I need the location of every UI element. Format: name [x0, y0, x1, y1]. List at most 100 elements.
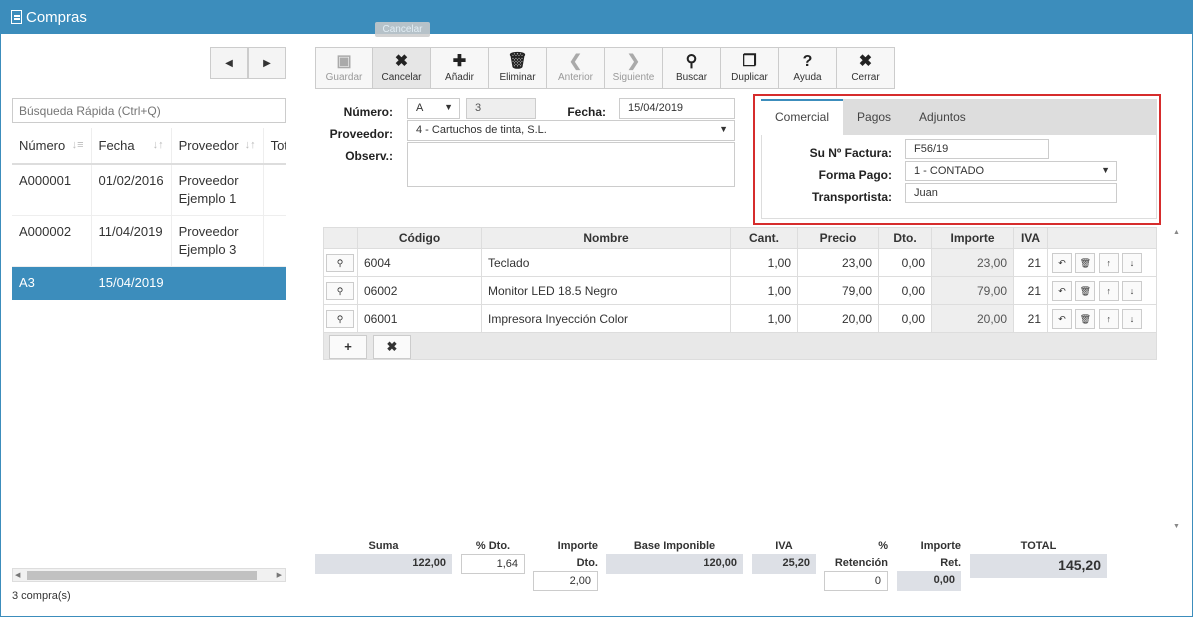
cancelar-button[interactable]: ✖ Cancelar [373, 47, 431, 89]
cell-nombre[interactable]: Teclado [481, 248, 731, 277]
cell-codigo[interactable]: 06001 [357, 304, 482, 333]
cell-iva[interactable]: 21 [1013, 304, 1048, 333]
observ-label: Observ.: [345, 149, 393, 163]
cell-iva[interactable]: 21 [1013, 276, 1048, 305]
record-nav: ◀ ▶ [210, 47, 286, 79]
su-factura-field[interactable]: F56/19 [905, 139, 1049, 159]
line-row[interactable]: ⚲ 06002 Monitor LED 18.5 Negro 1,00 79,0… [323, 276, 1157, 305]
importe-dto-input[interactable]: 2,00 [533, 571, 598, 591]
tab-adjuntos[interactable]: Adjuntos [905, 99, 980, 135]
cell-cant[interactable]: 1,00 [730, 276, 798, 305]
proveedor-select[interactable]: 4 - Cartuchos de tinta, S.L. ▼ [407, 120, 735, 141]
vertical-scrollbar[interactable]: ▲ ▼ [1170, 227, 1184, 532]
trash-icon[interactable]: 🗑 [1075, 280, 1096, 301]
document-icon [11, 10, 22, 24]
line-row[interactable]: ⚲ 06001 Impresora Inyección Color 1,00 2… [323, 304, 1157, 333]
forma-pago-select[interactable]: 1 - CONTADO ▼ [905, 161, 1117, 181]
cell-nombre[interactable]: Monitor LED 18.5 Negro [481, 276, 731, 305]
cell-iva[interactable]: 21 [1013, 248, 1048, 277]
chevron-left-icon: ❮ [568, 53, 583, 70]
plus-icon: ✚ [452, 53, 467, 70]
window-title: Compras [26, 9, 87, 26]
add-line-button[interactable]: + [329, 335, 367, 359]
undo-icon[interactable]: ↶ [1052, 280, 1072, 301]
list-row[interactable]: A000001 01/02/2016 Proveedor Ejemplo 1 [12, 164, 286, 216]
arrow-down-icon[interactable]: ↓ [1122, 252, 1143, 273]
eliminar-button[interactable]: 🗑 Eliminar [489, 47, 547, 89]
undo-icon[interactable]: ↶ [1052, 308, 1072, 329]
tab-pagos[interactable]: Pagos [843, 99, 905, 135]
list-horizontal-scrollbar[interactable]: ◀ ▶ [12, 568, 286, 582]
col-actions [1047, 227, 1157, 249]
trash-icon[interactable]: 🗑 [1075, 308, 1096, 329]
arrow-up-icon[interactable]: ↑ [1098, 280, 1119, 301]
col-total[interactable]: Total [263, 128, 286, 165]
cell-dto[interactable]: 0,00 [878, 304, 932, 333]
arrow-down-icon[interactable]: ↓ [1122, 308, 1143, 329]
fecha-label: Fecha: [567, 105, 606, 119]
cell-codigo[interactable]: 06002 [357, 276, 482, 305]
title-bar: Compras [1, 1, 1192, 34]
duplicar-button[interactable]: ❐ Duplicar [721, 47, 779, 89]
tab-comercial[interactable]: Comercial [761, 99, 844, 135]
prev-record-button[interactable]: ◀ [210, 47, 248, 79]
siguiente-button[interactable]: ❯ Siguiente [605, 47, 663, 89]
scroll-left-icon[interactable]: ◀ [15, 571, 20, 579]
ayuda-button[interactable]: ? Ayuda [779, 47, 837, 89]
cell-precio[interactable]: 23,00 [797, 248, 879, 277]
clear-lines-button[interactable]: ✖ [373, 335, 411, 359]
scroll-up-icon[interactable]: ▲ [1173, 229, 1180, 236]
list-row[interactable]: A000002 11/04/2019 ProveedorEjemplo 3 43 [12, 215, 286, 267]
trash-icon[interactable]: 🗑 [1075, 252, 1096, 273]
anadir-button[interactable]: ✚ Añadir [431, 47, 489, 89]
col-dto: Dto. [878, 227, 932, 249]
trash-icon: 🗑 [507, 53, 528, 70]
arrow-up-icon[interactable]: ↑ [1098, 308, 1119, 329]
undo-icon[interactable]: ↶ [1052, 252, 1072, 273]
buscar-button[interactable]: ⚲ Buscar [663, 47, 721, 89]
list-row-selected[interactable]: A3 15/04/2019 14 [12, 266, 286, 300]
anterior-button[interactable]: ❮ Anterior [547, 47, 605, 89]
col-fecha[interactable]: Fecha ↓↑ [91, 128, 172, 165]
arrow-down-icon[interactable]: ↓ [1122, 280, 1143, 301]
cell-codigo[interactable]: 6004 [357, 248, 482, 277]
scroll-down-icon[interactable]: ▼ [1173, 523, 1180, 530]
sort-icon: ↓↑ [152, 139, 164, 151]
guardar-button[interactable]: ▣ Guardar [315, 47, 373, 89]
lookup-icon[interactable]: ⚲ [326, 309, 354, 328]
cell-dto[interactable]: 0,00 [878, 248, 932, 277]
cell-fecha: 11/04/2019 [91, 215, 172, 267]
transportista-field[interactable]: Juan [905, 183, 1117, 203]
cell-nombre[interactable]: Impresora Inyección Color [481, 304, 731, 333]
observ-textarea[interactable] [407, 142, 735, 187]
col-importe: Importe [931, 227, 1014, 249]
cell-precio[interactable]: 79,00 [797, 276, 879, 305]
cerrar-button[interactable]: ✖ Cerrar [837, 47, 895, 89]
suma-label: Suma [368, 540, 399, 552]
scroll-right-icon[interactable]: ▶ [277, 571, 282, 579]
fecha-field[interactable]: 15/04/2019 [619, 98, 735, 119]
serie-select[interactable]: A ▼ [407, 98, 460, 119]
cell-precio[interactable]: 20,00 [797, 304, 879, 333]
col-proveedor[interactable]: Proveedor ↓↑ [171, 128, 264, 165]
su-factura-label: Su Nº Factura: [809, 146, 892, 160]
pct-retencion-input[interactable]: 0 [824, 571, 888, 591]
line-row[interactable]: ⚲ 6004 Teclado 1,00 23,00 0,00 23,00 21 … [323, 248, 1157, 277]
lookup-icon[interactable]: ⚲ [326, 253, 354, 272]
lookup-icon[interactable]: ⚲ [326, 281, 354, 300]
cell-cant[interactable]: 1,00 [730, 304, 798, 333]
caret-down-icon: ▼ [719, 124, 728, 134]
iva-value: 25,20 [752, 554, 816, 574]
pct-dto-input[interactable]: 1,64 [461, 554, 525, 574]
tooltip: Cancelar [375, 22, 430, 37]
col-numero[interactable]: Número ↓≡ [12, 128, 92, 165]
next-record-button[interactable]: ▶ [248, 47, 286, 79]
lines-grid: Código Nombre Cant. Precio Dto. Importe … [323, 227, 1157, 333]
scroll-thumb[interactable] [27, 571, 257, 580]
quick-search-input[interactable] [12, 98, 286, 123]
cell-dto[interactable]: 0,00 [878, 276, 932, 305]
cell-cant[interactable]: 1,00 [730, 248, 798, 277]
cell-fecha: 15/04/2019 [91, 266, 172, 300]
arrow-up-icon[interactable]: ↑ [1098, 252, 1119, 273]
col-precio: Precio [797, 227, 879, 249]
